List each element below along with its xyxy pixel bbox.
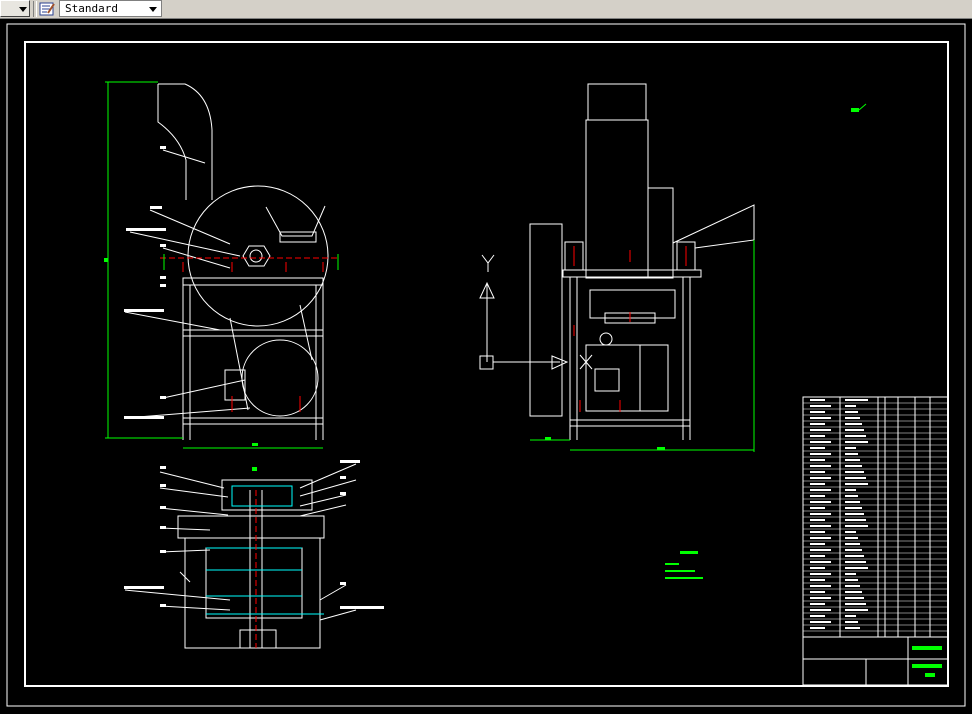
parts-list-cell xyxy=(845,465,862,467)
parts-list-cell xyxy=(810,477,831,479)
parts-list-cell xyxy=(810,555,825,557)
parts-list-cell xyxy=(845,471,864,473)
parts-list-cell xyxy=(810,591,825,593)
parts-list-cell xyxy=(845,447,856,449)
parts-list-cell xyxy=(845,513,864,515)
parts-list-cell xyxy=(845,567,868,569)
parts-list-cell xyxy=(845,483,868,485)
parts-list-cell xyxy=(845,417,860,419)
parts-list-cell xyxy=(845,405,856,407)
parts-list-cell xyxy=(810,567,825,569)
parts-list-cell xyxy=(845,621,858,623)
parts-list-cell xyxy=(845,423,862,425)
parts-list-cell xyxy=(810,627,825,629)
parts-list-cell xyxy=(810,483,825,485)
parts-list-cell xyxy=(845,555,864,557)
front-view-labels xyxy=(124,146,166,419)
dropdown-arrow-icon[interactable] xyxy=(0,0,30,17)
parts-list-cell xyxy=(810,549,831,551)
parts-list-cell xyxy=(810,573,831,575)
parts-list-cell xyxy=(810,435,825,437)
chevron-down-icon[interactable] xyxy=(146,2,159,15)
parts-list-cell xyxy=(810,447,825,449)
parts-list-cell xyxy=(810,411,825,413)
parts-list-cell xyxy=(845,525,868,527)
text-style-icon[interactable] xyxy=(39,1,55,17)
parts-list-cell xyxy=(810,621,831,623)
parts-list-cell xyxy=(845,603,866,605)
cad-drawing xyxy=(6,23,966,707)
parts-list-cell xyxy=(845,519,866,521)
parts-list-cell xyxy=(845,627,860,629)
parts-list-cell xyxy=(810,513,831,515)
parts-list-cell xyxy=(810,531,825,533)
side-view xyxy=(479,83,755,440)
parts-list-cell xyxy=(810,495,825,497)
parts-list-cell xyxy=(845,489,856,491)
parts-list-cell xyxy=(845,507,862,509)
parts-list-cell xyxy=(810,507,825,509)
parts-list-cell xyxy=(845,537,858,539)
parts-list-cell xyxy=(845,543,860,545)
parts-list-cell xyxy=(810,579,825,581)
parts-list-cell xyxy=(810,429,831,431)
parts-list-cell xyxy=(810,603,825,605)
parts-list-cell xyxy=(845,549,862,551)
parts-list-cell xyxy=(845,477,866,479)
parts-list-cell xyxy=(845,501,860,503)
parts-list-cell xyxy=(845,435,866,437)
parts-list-cell xyxy=(845,429,864,431)
parts-list-cell xyxy=(845,561,866,563)
parts-list-cell xyxy=(845,411,858,413)
inner-border xyxy=(24,41,949,687)
parts-list-cell xyxy=(845,453,858,455)
top-view xyxy=(124,463,357,649)
parts-list-cell xyxy=(845,597,864,599)
parts-list-cell xyxy=(810,399,825,401)
parts-list-cell xyxy=(845,573,856,575)
parts-list-cell xyxy=(810,597,831,599)
parts-list-cell xyxy=(845,585,860,587)
drawing-canvas[interactable] xyxy=(0,19,972,714)
parts-list-cell xyxy=(810,615,825,617)
parts-list-cell xyxy=(810,519,825,521)
parts-list-cell xyxy=(845,495,858,497)
text-style-select[interactable]: Standard xyxy=(59,0,162,17)
top-view-labels xyxy=(124,460,384,609)
parts-list-cell xyxy=(845,591,862,593)
parts-list-cell xyxy=(810,405,831,407)
parts-list-cell xyxy=(810,459,825,461)
parts-list-cell xyxy=(845,441,868,443)
parts-list-text xyxy=(810,399,868,629)
side-view-centerlines xyxy=(573,246,687,412)
parts-list-cell xyxy=(845,609,868,611)
parts-list-cell xyxy=(810,465,831,467)
front-view xyxy=(124,83,329,440)
parts-list-cell xyxy=(810,585,831,587)
toolbar: Standard xyxy=(0,0,972,19)
parts-list-cell xyxy=(810,609,831,611)
parts-list-cell xyxy=(810,489,831,491)
technical-notes xyxy=(665,551,703,579)
parts-list-cell xyxy=(810,417,831,419)
parts-list-cell xyxy=(810,471,825,473)
toolbar-separator xyxy=(33,1,37,17)
front-view-centerlines xyxy=(160,257,340,412)
parts-list-cell xyxy=(810,453,831,455)
parts-list-cell xyxy=(845,399,868,401)
parts-list-cell xyxy=(810,525,831,527)
parts-list-cell xyxy=(810,543,825,545)
parts-list-cell xyxy=(810,537,831,539)
parts-list-cell xyxy=(810,441,831,443)
parts-list-rows xyxy=(803,402,948,632)
parts-list-cell xyxy=(810,561,831,563)
parts-list-cell xyxy=(845,615,856,617)
parts-list-cell xyxy=(810,501,831,503)
parts-list-cell xyxy=(845,531,856,533)
parts-list-cell xyxy=(845,459,860,461)
text-style-value: Standard xyxy=(65,2,118,15)
parts-list-cell xyxy=(845,579,858,581)
parts-list-cell xyxy=(810,423,825,425)
